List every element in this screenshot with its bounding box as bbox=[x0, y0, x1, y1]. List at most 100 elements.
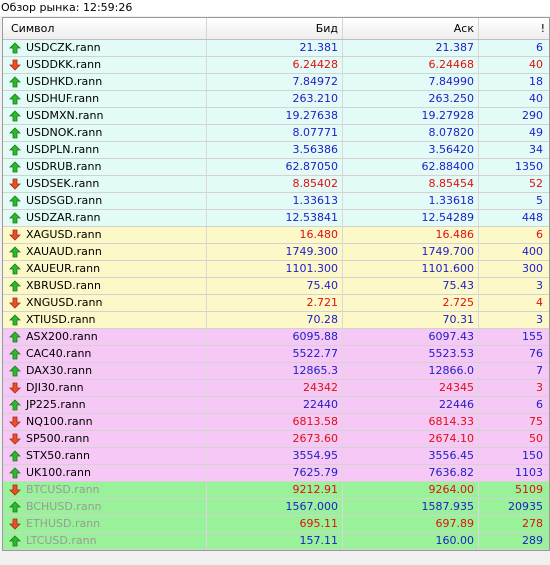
table-row[interactable]: ETHUSD.rann 695.11 697.89 278 bbox=[3, 516, 549, 533]
column-header-ask[interactable]: Аск bbox=[343, 18, 479, 39]
bid-cell: 1101.300 bbox=[207, 261, 343, 277]
symbol-cell[interactable]: CAC40.rann bbox=[3, 346, 207, 362]
table-row[interactable]: XAGUSD.rann 16.480 16.486 6 bbox=[3, 227, 549, 244]
table-row[interactable]: USDDKK.rann 6.24428 6.24468 40 bbox=[3, 57, 549, 74]
symbol-name: SP500.rann bbox=[26, 432, 90, 445]
spread-cell: 155 bbox=[522, 330, 543, 343]
table-row[interactable]: USDSEK.rann 8.85402 8.85454 52 bbox=[3, 176, 549, 193]
column-header-spread[interactable]: ! bbox=[479, 18, 549, 39]
table-row[interactable]: XNGUSD.rann 2.721 2.725 4 bbox=[3, 295, 549, 312]
symbol-cell[interactable]: XNGUSD.rann bbox=[3, 295, 207, 311]
ask-cell: 70.31 bbox=[343, 312, 479, 328]
symbol-cell[interactable]: ASX200.rann bbox=[3, 329, 207, 345]
table-row[interactable]: XTIUSD.rann 70.28 70.31 3 bbox=[3, 312, 549, 329]
table-row[interactable]: JP225.rann 22440 22446 6 bbox=[3, 397, 549, 414]
arrow-up-icon bbox=[8, 109, 22, 123]
table-row[interactable]: USDHUF.rann 263.210 263.250 40 bbox=[3, 91, 549, 108]
symbol-cell[interactable]: UK100.rann bbox=[3, 465, 207, 481]
spread-cell: 1103 bbox=[515, 466, 543, 479]
table-header: Символ Бид Аск ! bbox=[3, 18, 549, 40]
table-row[interactable]: CAC40.rann 5522.77 5523.53 76 bbox=[3, 346, 549, 363]
arrow-up-icon bbox=[8, 194, 22, 208]
window-title: Обзор рынка: 12:59:26 bbox=[0, 0, 550, 16]
symbol-cell[interactable]: XAUAUD.rann bbox=[3, 244, 207, 260]
table-row[interactable]: SP500.rann 2673.60 2674.10 50 bbox=[3, 431, 549, 448]
symbol-name: DAX30.rann bbox=[26, 364, 93, 377]
table-row[interactable]: USDHKD.rann 7.84972 7.84990 18 bbox=[3, 74, 549, 91]
table-row[interactable]: USDPLN.rann 3.56386 3.56420 34 bbox=[3, 142, 549, 159]
symbol-name: ASX200.rann bbox=[26, 330, 98, 343]
symbol-cell[interactable]: USDZAR.rann bbox=[3, 210, 207, 226]
market-watch-table: Символ Бид Аск ! USDCZK.rann 21.381 21.387… bbox=[2, 17, 550, 551]
arrow-up-icon bbox=[8, 41, 22, 55]
table-row[interactable]: USDNOK.rann 8.07771 8.07820 49 bbox=[3, 125, 549, 142]
symbol-cell[interactable]: NQ100.rann bbox=[3, 414, 207, 430]
symbol-cell[interactable]: SP500.rann bbox=[3, 431, 207, 447]
ask-cell: 160.00 bbox=[343, 533, 479, 549]
bid-cell: 2.721 bbox=[207, 295, 343, 311]
spread-cell: 20935 bbox=[508, 500, 543, 513]
ask-cell: 7636.82 bbox=[343, 465, 479, 481]
symbol-cell[interactable]: USDMXN.rann bbox=[3, 108, 207, 124]
symbol-cell[interactable]: USDHUF.rann bbox=[3, 91, 207, 107]
symbol-cell[interactable]: JP225.rann bbox=[3, 397, 207, 413]
table-row[interactable]: USDZAR.rann 12.53841 12.54289 448 bbox=[3, 210, 549, 227]
table-body: USDCZK.rann 21.381 21.387 6 USDDKK.rann 6.244… bbox=[3, 40, 549, 550]
table-row[interactable]: BCHUSD.rann 1567.000 1587.935 20935 bbox=[3, 499, 549, 516]
symbol-cell[interactable]: USDNOK.rann bbox=[3, 125, 207, 141]
table-row[interactable]: XAUAUD.rann 1749.300 1749.700 400 bbox=[3, 244, 549, 261]
symbol-cell[interactable]: USDHKD.rann bbox=[3, 74, 207, 90]
table-row[interactable]: UK100.rann 7625.79 7636.82 1103 bbox=[3, 465, 549, 482]
table-row[interactable]: BTCUSD.rann 9212.91 9264.00 5109 bbox=[3, 482, 549, 499]
table-row[interactable]: LTCUSD.rann 157.11 160.00 289 bbox=[3, 533, 549, 550]
table-row[interactable]: USDMXN.rann 19.27638 19.27928 290 bbox=[3, 108, 549, 125]
spread-cell: 150 bbox=[522, 449, 543, 462]
ask-cell: 24345 bbox=[343, 380, 479, 396]
bid-cell: 12.53841 bbox=[207, 210, 343, 226]
symbol-cell[interactable]: USDRUB.rann bbox=[3, 159, 207, 175]
bid-cell: 3.56386 bbox=[207, 142, 343, 158]
symbol-cell[interactable]: USDSGD.rann bbox=[3, 193, 207, 209]
table-row[interactable]: XBRUSD.rann 75.40 75.43 3 bbox=[3, 278, 549, 295]
table-row[interactable]: DAX30.rann 12865.3 12866.0 7 bbox=[3, 363, 549, 380]
table-row[interactable]: USDRUB.rann 62.87050 62.88400 1350 bbox=[3, 159, 549, 176]
table-row[interactable]: ASX200.rann 6095.88 6097.43 155 bbox=[3, 329, 549, 346]
symbol-cell[interactable]: LTCUSD.rann bbox=[3, 533, 207, 549]
bid-cell: 19.27638 bbox=[207, 108, 343, 124]
arrow-up-icon bbox=[8, 364, 22, 378]
symbol-cell[interactable]: XTIUSD.rann bbox=[3, 312, 207, 328]
bid-cell: 9212.91 bbox=[207, 482, 343, 498]
table-row[interactable]: XAUEUR.rann 1101.300 1101.600 300 bbox=[3, 261, 549, 278]
table-row[interactable]: USDCZK.rann 21.381 21.387 6 bbox=[3, 40, 549, 57]
symbol-cell[interactable]: USDDKK.rann bbox=[3, 57, 207, 73]
symbol-name: UK100.rann bbox=[26, 466, 91, 479]
table-row[interactable]: STX50.rann 3554.95 3556.45 150 bbox=[3, 448, 549, 465]
symbol-cell[interactable]: XAUEUR.rann bbox=[3, 261, 207, 277]
symbol-name: USDSGD.rann bbox=[26, 194, 103, 207]
column-header-bid[interactable]: Бид bbox=[207, 18, 343, 39]
ask-cell: 8.07820 bbox=[343, 125, 479, 141]
table-row[interactable]: DJI30.rann 24342 24345 3 bbox=[3, 380, 549, 397]
arrow-down-icon bbox=[8, 296, 22, 310]
ask-cell: 19.27928 bbox=[343, 108, 479, 124]
symbol-cell[interactable]: USDSEK.rann bbox=[3, 176, 207, 192]
symbol-cell[interactable]: XAGUSD.rann bbox=[3, 227, 207, 243]
table-row[interactable]: USDSGD.rann 1.33613 1.33618 5 bbox=[3, 193, 549, 210]
spread-cell: 7 bbox=[536, 364, 543, 377]
bid-cell: 7.84972 bbox=[207, 74, 343, 90]
symbol-cell[interactable]: USDCZK.rann bbox=[3, 40, 207, 56]
arrow-up-icon bbox=[8, 466, 22, 480]
table-row[interactable]: NQ100.rann 6813.58 6814.33 75 bbox=[3, 414, 549, 431]
bid-cell: 1749.300 bbox=[207, 244, 343, 260]
symbol-cell[interactable]: BTCUSD.rann bbox=[3, 482, 207, 498]
symbol-cell[interactable]: ETHUSD.rann bbox=[3, 516, 207, 532]
column-header-symbol[interactable]: Символ bbox=[3, 18, 207, 39]
symbol-cell[interactable]: DAX30.rann bbox=[3, 363, 207, 379]
symbol-cell[interactable]: USDPLN.rann bbox=[3, 142, 207, 158]
symbol-cell[interactable]: XBRUSD.rann bbox=[3, 278, 207, 294]
symbol-cell[interactable]: STX50.rann bbox=[3, 448, 207, 464]
symbol-cell[interactable]: BCHUSD.rann bbox=[3, 499, 207, 515]
symbol-name: NQ100.rann bbox=[26, 415, 93, 428]
bid-cell: 7625.79 bbox=[207, 465, 343, 481]
symbol-cell[interactable]: DJI30.rann bbox=[3, 380, 207, 396]
